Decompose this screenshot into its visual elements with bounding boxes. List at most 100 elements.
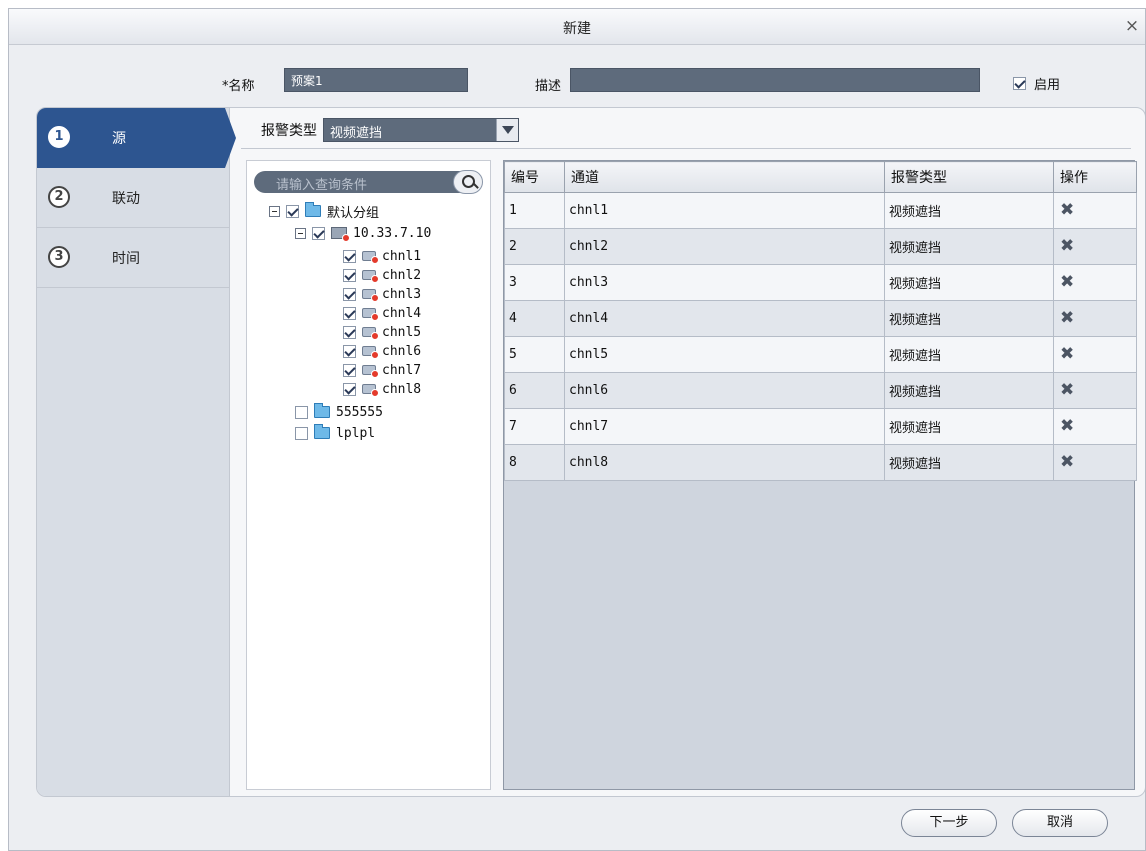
alarm-type-label: 报警类型 <box>261 123 317 139</box>
cell-channel: chnl3 <box>564 264 885 301</box>
cell-id: 1 <box>504 192 565 229</box>
cell-channel: chnl2 <box>564 228 885 265</box>
tree-node-channel[interactable]: chnl1 <box>343 247 421 265</box>
tree-node-label: chnl5 <box>382 324 422 340</box>
cell-id: 6 <box>504 372 565 409</box>
tree-node-channel[interactable]: chnl6 <box>343 342 421 360</box>
divider <box>241 148 1131 149</box>
tree-checkbox[interactable] <box>343 287 356 301</box>
table-row[interactable]: 2 chnl2 视频遮挡 ✖ <box>504 228 1137 265</box>
tree-checkbox[interactable] <box>286 204 299 218</box>
tree-node-root[interactable]: 默认分组 <box>269 202 380 221</box>
table-row[interactable]: 7 chnl7 视频遮挡 ✖ <box>504 408 1137 445</box>
tree-checkbox[interactable] <box>343 306 356 320</box>
table-row[interactable]: 5 chnl5 视频遮挡 ✖ <box>504 336 1137 373</box>
camera-offline-icon <box>362 251 379 264</box>
cell-id: 5 <box>504 336 565 373</box>
tree-checkbox[interactable] <box>295 426 308 440</box>
description-input[interactable] <box>570 68 980 92</box>
cell-alarm-type: 视频遮挡 <box>884 372 1054 409</box>
tree-node-label: chnl4 <box>382 305 422 321</box>
tree-checkbox[interactable] <box>295 405 308 419</box>
step-label: 联动 <box>112 191 140 207</box>
cancel-button[interactable]: 取消 <box>1012 809 1108 837</box>
step-time[interactable]: 3 时间 <box>37 228 230 288</box>
table-row[interactable]: 1 chnl1 视频遮挡 ✖ <box>504 192 1137 229</box>
tree-checkbox[interactable] <box>343 344 356 358</box>
column-header-channel[interactable]: 通道 <box>564 161 885 193</box>
enable-toggle[interactable]: 启用 <box>1013 74 1060 93</box>
channel-tree-panel: 请输入查询条件 默认分组 10.33.7.10 chnl1 chnl2 chnl… <box>246 160 491 790</box>
tree-search-input[interactable]: 请输入查询条件 <box>254 170 483 194</box>
next-step-button[interactable]: 下一步 <box>901 809 997 837</box>
tree-checkbox[interactable] <box>312 226 325 240</box>
step-label: 源 <box>112 131 126 147</box>
tree-node-channel[interactable]: chnl8 <box>343 380 421 398</box>
delete-icon[interactable]: ✖ <box>1060 418 1074 435</box>
tree-node-channel[interactable]: chnl4 <box>343 304 421 322</box>
description-label: 描述 <box>535 79 562 94</box>
close-icon[interactable]: × <box>1123 17 1141 35</box>
table-row[interactable]: 3 chnl3 视频遮挡 ✖ <box>504 264 1137 301</box>
tree-checkbox[interactable] <box>343 268 356 282</box>
camera-offline-icon <box>362 308 379 321</box>
delete-icon[interactable]: ✖ <box>1060 346 1074 363</box>
delete-icon[interactable]: ✖ <box>1060 454 1074 471</box>
dialog-title: 新建 <box>563 21 591 37</box>
column-header-id[interactable]: 编号 <box>504 161 565 193</box>
tree-checkbox[interactable] <box>343 249 356 263</box>
tree-node-channel[interactable]: chnl2 <box>343 266 421 284</box>
tree-node-channel[interactable]: chnl3 <box>343 285 421 303</box>
main-panel: 1 源 2 联动 3 时间 报警类型 视频遮挡 请输入查询条件 默认分组 10.… <box>36 107 1145 797</box>
selected-channels-table-panel: 编号 通道 报警类型 操作 1 chnl1 视频遮挡 ✖ 2 chnl2 视频遮… <box>503 160 1137 790</box>
tree-node-group[interactable]: 555555 <box>295 403 383 421</box>
step-linkage[interactable]: 2 联动 <box>37 168 230 228</box>
tree-node-label: 10.33.7.10 <box>353 225 432 241</box>
tree-checkbox[interactable] <box>343 382 356 396</box>
delete-icon[interactable]: ✖ <box>1060 310 1074 327</box>
cell-action: ✖ <box>1053 228 1137 265</box>
delete-icon[interactable]: ✖ <box>1060 274 1074 291</box>
cell-id: 7 <box>504 408 565 445</box>
tree-node-channel[interactable]: chnl7 <box>343 361 421 379</box>
name-input[interactable]: 预案1 <box>284 68 468 92</box>
delete-icon[interactable]: ✖ <box>1060 238 1074 255</box>
camera-offline-icon <box>362 327 379 340</box>
collapse-icon[interactable] <box>269 205 280 217</box>
cell-id: 4 <box>504 300 565 337</box>
enable-label: 启用 <box>1034 78 1061 93</box>
new-plan-dialog: 新建 × *名称 预案1 描述 启用 1 源 2 联动 3 时间 报警类型 视频… <box>8 8 1146 851</box>
search-icon[interactable] <box>453 170 483 194</box>
title-bar: 新建 × <box>9 9 1145 45</box>
delete-icon[interactable]: ✖ <box>1060 202 1074 219</box>
table-row[interactable]: 4 chnl4 视频遮挡 ✖ <box>504 300 1137 337</box>
tree-node-device[interactable]: 10.33.7.10 <box>295 224 431 242</box>
folder-icon <box>314 424 330 439</box>
collapse-icon[interactable] <box>295 227 306 239</box>
cell-alarm-type: 视频遮挡 <box>884 408 1054 445</box>
tree-node-label: 555555 <box>336 404 383 420</box>
table-row[interactable]: 6 chnl6 视频遮挡 ✖ <box>504 372 1137 409</box>
column-header-alarm-type[interactable]: 报警类型 <box>884 161 1054 193</box>
camera-offline-icon <box>362 365 379 378</box>
tree-node-label: chnl3 <box>382 286 422 302</box>
dropdown-arrow-icon[interactable] <box>496 119 518 141</box>
step-sidebar: 1 源 2 联动 3 时间 <box>37 108 236 796</box>
enable-checkbox[interactable] <box>1013 77 1026 90</box>
table-row[interactable]: 8 chnl8 视频遮挡 ✖ <box>504 444 1137 481</box>
tree-checkbox[interactable] <box>343 363 356 377</box>
alarm-type-select[interactable]: 视频遮挡 <box>323 118 519 142</box>
camera-offline-icon <box>362 346 379 359</box>
name-label: *名称 <box>222 79 255 94</box>
tree-node-group[interactable]: lplpl <box>295 424 375 442</box>
tree-checkbox[interactable] <box>343 325 356 339</box>
step-source[interactable]: 1 源 <box>37 108 236 168</box>
step-number: 3 <box>48 246 70 268</box>
tree-node-label: chnl2 <box>382 267 422 283</box>
tree-node-label: 默认分组 <box>327 205 380 221</box>
delete-icon[interactable]: ✖ <box>1060 382 1074 399</box>
tree-node-channel[interactable]: chnl5 <box>343 323 421 341</box>
folder-open-icon <box>305 202 321 217</box>
column-header-action[interactable]: 操作 <box>1053 161 1137 193</box>
alarm-type-row: 报警类型 视频遮挡 <box>261 118 519 142</box>
